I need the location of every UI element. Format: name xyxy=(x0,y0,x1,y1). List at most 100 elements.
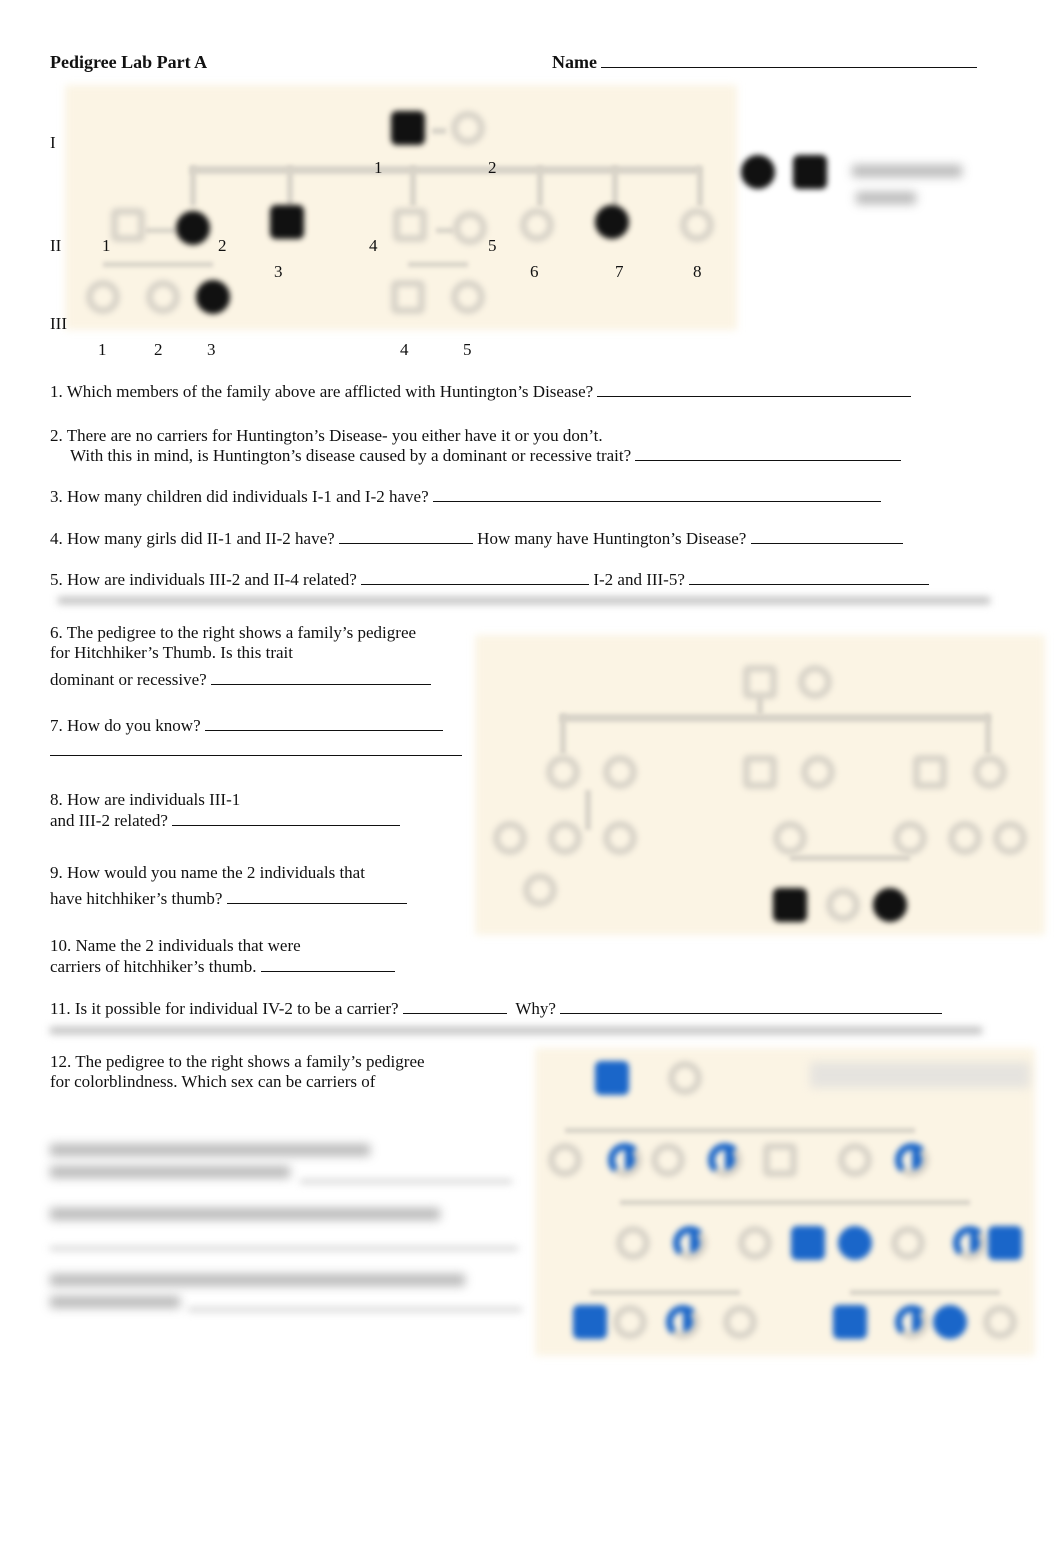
divider xyxy=(58,597,990,604)
female-symbol xyxy=(973,755,1007,789)
individual-number: 5 xyxy=(488,236,497,255)
answer-line[interactable] xyxy=(750,529,903,544)
pedigree-line xyxy=(697,166,703,206)
page-title: Pedigree Lab Part A xyxy=(50,52,208,72)
male-symbol xyxy=(391,111,425,145)
pedigree-line xyxy=(985,714,991,754)
female-symbol xyxy=(741,155,775,189)
answer-line[interactable] xyxy=(204,716,443,731)
answer-line[interactable] xyxy=(635,446,902,461)
individual-number: 3 xyxy=(274,262,283,281)
pedigree-line xyxy=(436,228,454,233)
question-12: 12. The pedigree to the right shows a fa… xyxy=(50,1052,425,1071)
pedigree-line xyxy=(585,790,591,830)
female-symbol xyxy=(603,821,637,855)
question-9: 9. How would you name the 2 individuals … xyxy=(50,863,365,882)
individual-number: 8 xyxy=(693,262,702,281)
pedigree-line xyxy=(565,1128,915,1133)
female-symbol xyxy=(548,1143,582,1177)
individual-number: 4 xyxy=(400,340,409,359)
answer-line[interactable] xyxy=(689,570,930,585)
male-symbol xyxy=(791,1226,825,1260)
name-label: Name xyxy=(552,52,978,72)
pedigree-line xyxy=(432,128,446,134)
female-symbol xyxy=(453,211,487,245)
female-symbol xyxy=(993,821,1027,855)
pedigree-line xyxy=(190,166,700,174)
answer-line[interactable] xyxy=(560,999,943,1014)
worksheet-page: Pedigree Lab Part A Name I II III 1 2 1 … xyxy=(0,0,1062,1556)
female-symbol xyxy=(895,1305,929,1339)
question-4: 4. How many girls did II-1 and II-2 have… xyxy=(50,529,903,549)
name-field[interactable] xyxy=(601,53,978,68)
female-symbol xyxy=(595,205,629,239)
female-symbol xyxy=(838,1226,872,1260)
male-symbol xyxy=(595,1061,629,1095)
answer-line[interactable] xyxy=(260,957,395,972)
female-symbol xyxy=(680,208,714,242)
question-2-cont: With this in mind, is Huntington’s disea… xyxy=(70,446,902,466)
question-10: 10. Name the 2 individuals that were xyxy=(50,936,301,955)
female-symbol xyxy=(723,1305,757,1339)
female-symbol xyxy=(826,888,860,922)
female-symbol xyxy=(798,665,832,699)
question-2: 2. There are no carriers for Huntington’… xyxy=(50,426,603,445)
female-symbol xyxy=(673,1226,707,1260)
question-5: 5. How are individuals III-2 and II-4 re… xyxy=(50,570,930,590)
answer-line[interactable] xyxy=(50,755,462,756)
question-11: 11. Is it possible for individual IV-2 t… xyxy=(50,999,943,1019)
female-symbol xyxy=(603,755,637,789)
female-symbol xyxy=(493,821,527,855)
female-symbol xyxy=(953,1226,987,1260)
female-symbol xyxy=(616,1226,650,1260)
question-1: 1. Which members of the family above are… xyxy=(50,382,912,402)
answer-line[interactable] xyxy=(172,811,401,826)
answer-line[interactable] xyxy=(361,570,590,585)
female-symbol xyxy=(773,821,807,855)
generation-label: I xyxy=(50,133,56,152)
pedigree-line xyxy=(620,1200,970,1205)
pedigree-line xyxy=(145,228,175,233)
female-symbol xyxy=(146,280,180,314)
individual-number: 7 xyxy=(615,262,624,281)
answer-line[interactable] xyxy=(338,529,473,544)
female-symbol xyxy=(801,755,835,789)
question-12-cont: for colorblindness. Which sex can be car… xyxy=(50,1072,376,1091)
female-symbol xyxy=(668,1061,702,1095)
individual-number: 3 xyxy=(207,340,216,359)
question-8-cont: and III-2 related? xyxy=(50,811,401,831)
female-symbol xyxy=(651,1143,685,1177)
male-symbol xyxy=(393,208,427,242)
answer-line[interactable] xyxy=(432,487,881,502)
female-symbol xyxy=(893,821,927,855)
answer-line[interactable] xyxy=(226,889,407,904)
individual-number: 1 xyxy=(98,340,107,359)
pedigree-line xyxy=(560,714,566,754)
pedigree-line xyxy=(612,166,618,206)
female-symbol xyxy=(948,821,982,855)
pedigree-line xyxy=(287,166,293,206)
divider xyxy=(50,1027,982,1034)
pedigree-line xyxy=(537,166,543,206)
answer-line[interactable] xyxy=(597,382,912,397)
pedigree-line xyxy=(410,166,416,206)
male-symbol xyxy=(743,755,777,789)
female-symbol xyxy=(176,211,210,245)
female-symbol xyxy=(666,1305,700,1339)
question-7: 7. How do you know? xyxy=(50,716,443,736)
question-9-cont: have hitchhiker’s thumb? xyxy=(50,889,407,909)
question-10-cont: carriers of hitchhiker’s thumb. xyxy=(50,957,395,977)
female-symbol xyxy=(546,755,580,789)
question-3: 3. How many children did individuals I-1… xyxy=(50,487,881,507)
answer-line[interactable] xyxy=(402,999,507,1014)
pedigree-line xyxy=(590,1290,740,1295)
female-symbol xyxy=(196,280,230,314)
male-symbol xyxy=(111,208,145,242)
female-symbol xyxy=(608,1143,642,1177)
individual-number: 1 xyxy=(374,158,383,177)
female-symbol xyxy=(86,280,120,314)
answer-line[interactable] xyxy=(210,670,431,685)
female-symbol xyxy=(451,111,485,145)
question-8: 8. How are individuals III-1 xyxy=(50,790,241,809)
individual-number: 5 xyxy=(463,340,472,359)
